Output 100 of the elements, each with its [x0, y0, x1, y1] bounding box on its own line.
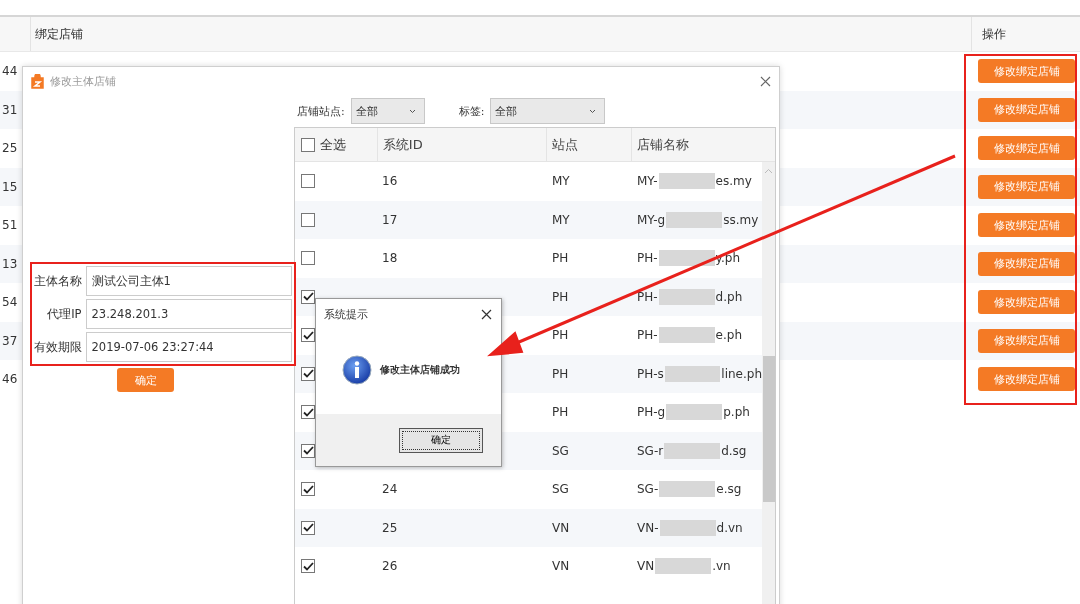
table-cell: 37	[2, 333, 18, 348]
table-cell: PH-g	[637, 405, 666, 420]
checkbox[interactable]	[301, 251, 315, 266]
table-cell: .vn	[712, 559, 731, 574]
table-cell: 16	[382, 174, 398, 189]
blurred-text	[666, 404, 723, 421]
table-cell: VN	[552, 520, 570, 535]
column-header: 系统ID	[382, 135, 423, 154]
column-header: 操作	[971, 17, 1080, 51]
chevron-down-icon	[589, 108, 597, 114]
table-cell: es.my	[715, 174, 752, 189]
checkbox[interactable]	[301, 405, 315, 420]
checkbox[interactable]	[301, 212, 315, 227]
table-cell: 25	[382, 520, 398, 535]
table-cell: PH	[552, 366, 569, 381]
checkbox[interactable]	[301, 520, 315, 535]
table-cell: line.ph	[721, 366, 762, 381]
table-cell: p.ph	[723, 405, 750, 420]
table-cell: d.sg	[721, 443, 747, 458]
info-icon	[342, 354, 372, 385]
edit-shop-button[interactable]: 修改绑定店铺	[978, 174, 1075, 199]
table-cell: 17	[382, 212, 398, 227]
field-label: 有效期限	[32, 339, 82, 355]
blurred-text	[658, 173, 715, 190]
close-icon[interactable]	[760, 75, 771, 87]
close-icon[interactable]	[481, 308, 492, 320]
table-cell: 54	[2, 295, 18, 310]
table-cell: MY	[552, 174, 570, 189]
checkbox[interactable]	[301, 366, 315, 381]
table-cell: d.ph	[715, 289, 743, 304]
edit-shop-button[interactable]: 修改绑定店铺	[978, 367, 1075, 392]
table-cell: PH	[552, 251, 569, 266]
table-cell: PH	[552, 289, 569, 304]
table-cell: e.sg	[716, 482, 742, 497]
table-cell: SG	[552, 482, 569, 497]
blurred-text	[658, 250, 715, 267]
checkbox[interactable]	[301, 137, 315, 152]
scrollbar-thumb[interactable]	[762, 356, 775, 502]
table-cell: PH	[552, 328, 569, 343]
table-cell: PH-	[637, 328, 658, 343]
input-field[interactable]: 23.248.201.3	[85, 299, 292, 329]
table-cell: MY-	[637, 174, 658, 189]
table-cell: d.vn	[716, 520, 743, 535]
edit-shop-button[interactable]: 修改绑定店铺	[978, 251, 1075, 276]
ok-button[interactable]: 确定	[399, 427, 483, 453]
blurred-text	[659, 481, 716, 498]
window-title: 修改主体店铺	[50, 73, 117, 89]
select-all-label[interactable]: 全选	[320, 135, 346, 154]
input-field[interactable]: 测试公司主体1	[85, 266, 292, 296]
message-text: 修改主体店铺成功	[380, 362, 460, 377]
checkbox[interactable]	[301, 559, 315, 574]
filter-label: 标签:	[458, 103, 485, 119]
input-field[interactable]: 2019-07-06 23:27:44	[85, 332, 292, 362]
table-cell: 26	[382, 559, 398, 574]
table-cell: 25	[2, 141, 18, 156]
table-cell: MY	[552, 212, 570, 227]
edit-shop-button[interactable]: 修改绑定店铺	[978, 59, 1075, 84]
table-cell: 18	[382, 251, 398, 266]
table-cell: PH-	[637, 289, 658, 304]
bag-logo-icon	[31, 73, 44, 89]
dropdown[interactable]: 全部	[350, 98, 425, 124]
checkbox[interactable]	[301, 289, 315, 304]
edit-shop-button[interactable]: 修改绑定店铺	[978, 328, 1075, 353]
table-cell: VN	[637, 559, 655, 574]
checkbox[interactable]	[301, 443, 315, 458]
blurred-text	[664, 442, 721, 459]
column-header: 站点	[552, 135, 579, 154]
column-header: 绑定店铺	[35, 25, 84, 43]
checkbox[interactable]	[301, 174, 315, 189]
column-header: 店铺名称	[637, 135, 690, 154]
table-cell: e.ph	[715, 328, 742, 343]
field-label: 主体名称	[32, 273, 82, 289]
table-cell: VN-	[637, 520, 659, 535]
table-cell: SG-	[637, 482, 659, 497]
edit-shop-button[interactable]: 修改绑定店铺	[978, 136, 1075, 161]
checkbox[interactable]	[301, 328, 315, 343]
blurred-text	[655, 558, 712, 575]
field-label: 代理IP	[46, 306, 82, 322]
blurred-text	[659, 519, 716, 536]
edit-shop-button[interactable]: 修改绑定店铺	[978, 213, 1075, 238]
table-cell: 24	[382, 482, 398, 497]
table-cell: SG-r	[637, 443, 664, 458]
scrollbar[interactable]	[762, 162, 775, 604]
edit-shop-button[interactable]: 修改绑定店铺	[978, 97, 1075, 122]
table-cell: VN	[552, 559, 570, 574]
table-cell: 31	[2, 102, 18, 117]
table-cell: 44	[2, 64, 18, 79]
edit-shop-button[interactable]: 修改绑定店铺	[978, 290, 1075, 315]
table-cell: PH	[552, 405, 569, 420]
table-cell: PH-	[637, 251, 658, 266]
blurred-text	[666, 211, 723, 228]
blurred-text	[658, 327, 715, 344]
table-cell: MY-g	[637, 212, 666, 227]
blurred-text	[658, 288, 715, 305]
checkbox[interactable]	[301, 482, 315, 497]
filter-label: 店铺站点:	[297, 103, 345, 119]
confirm-button[interactable]: 确定	[117, 368, 174, 392]
table-cell: ss.my	[723, 212, 759, 227]
blurred-text	[664, 365, 721, 382]
dropdown[interactable]: 全部	[490, 98, 606, 124]
